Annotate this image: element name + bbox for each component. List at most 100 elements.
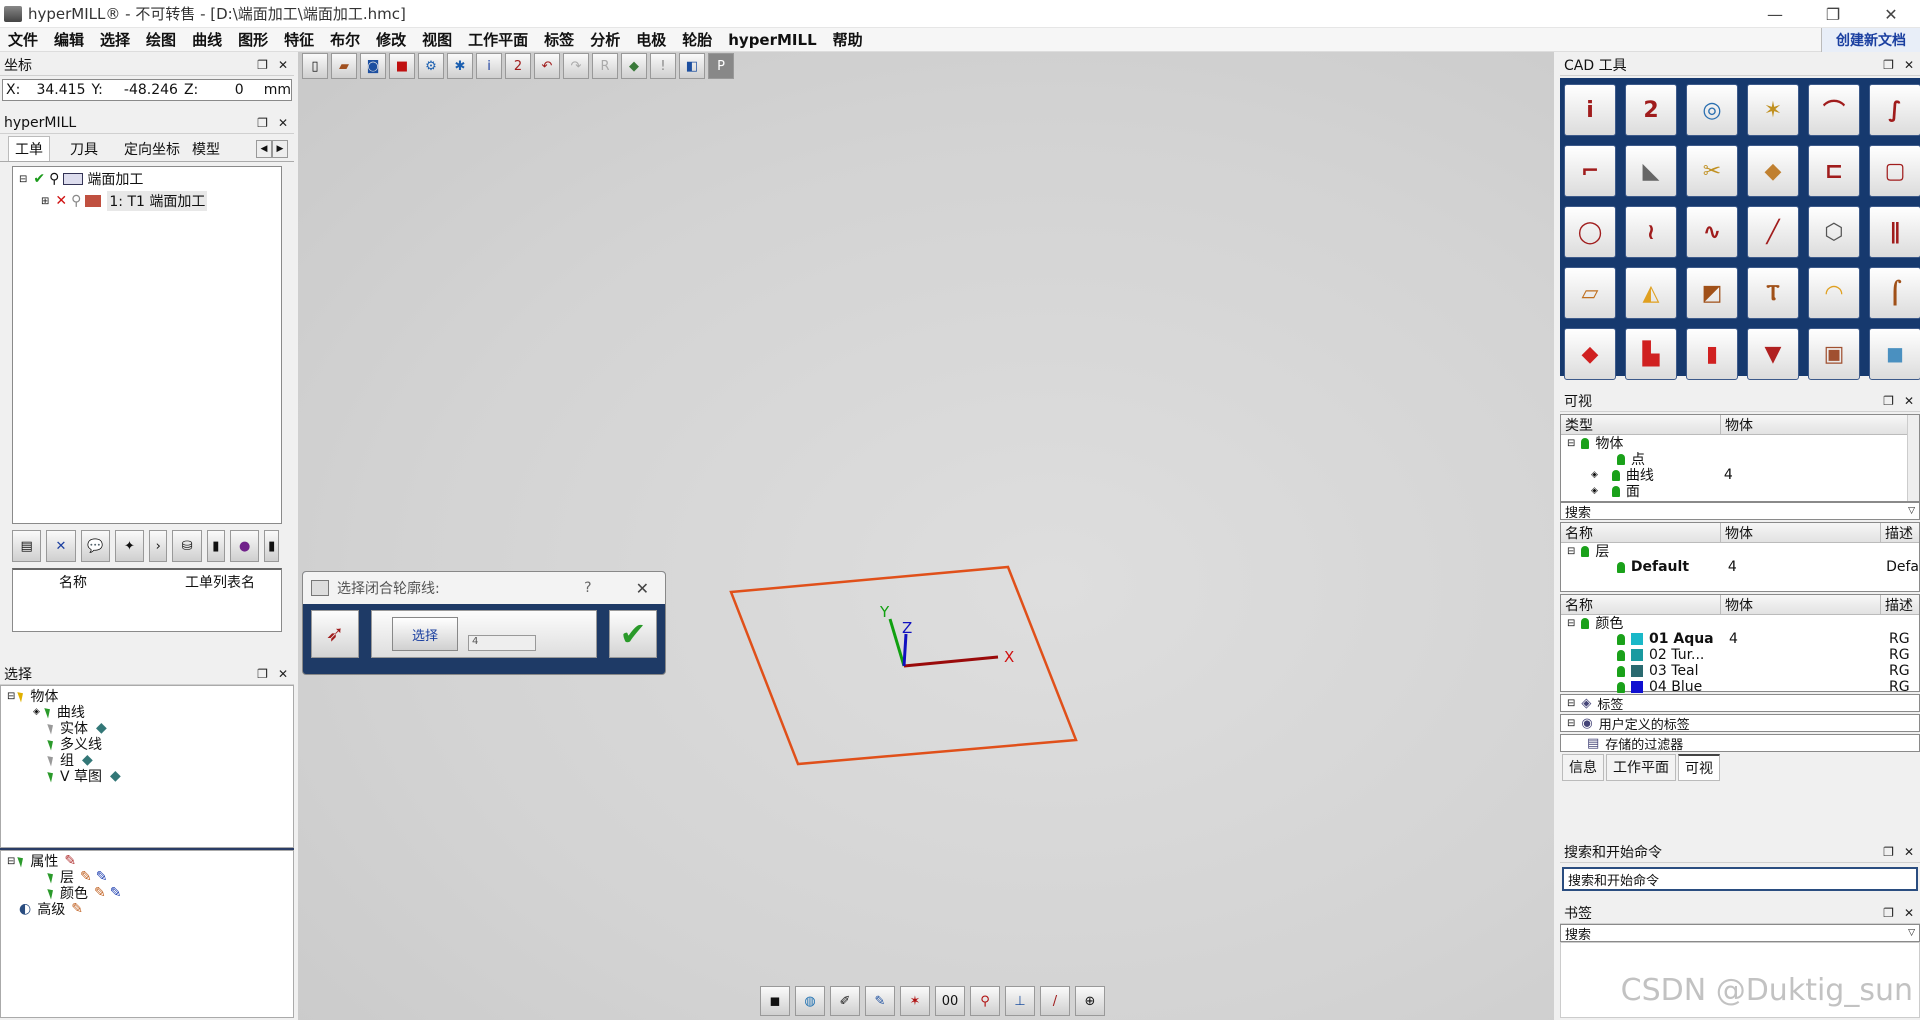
menu-tags[interactable]: 标签 (536, 29, 582, 50)
tab-scroll-left-icon[interactable]: ◀ (256, 140, 272, 158)
menu-hypermill[interactable]: hyperMILL (720, 31, 824, 49)
menu-analysis[interactable]: 分析 (582, 29, 628, 50)
close-icon[interactable]: ✕ (1904, 906, 1914, 920)
comment-icon[interactable]: 💬 (80, 530, 110, 562)
dimension-icon[interactable]: 00 (935, 986, 965, 1016)
tab-visible[interactable]: 可视 (1678, 754, 1720, 781)
maximize-button[interactable]: ❐ (1804, 0, 1862, 28)
close-icon[interactable]: ✕ (278, 667, 288, 681)
graphics-viewport[interactable]: ▯ ▰ ◙ ■ ⚙ ✱ i 2 ↶ ↷ R ◆ ! ◧ P X Y Z ◼ ◍ … (298, 52, 1554, 1020)
close-icon[interactable]: ✕ (278, 116, 288, 130)
search-command-input[interactable]: 搜索和开始命令 (1562, 867, 1918, 891)
col-object[interactable]: 物体 (1721, 523, 1881, 542)
collapse-icon[interactable]: ⊟ (1567, 618, 1575, 629)
saved-filters-row[interactable]: ▤ 存储的过滤器 (1560, 734, 1920, 753)
collapse-icon[interactable]: ⊟ (19, 174, 27, 185)
close-icon[interactable]: ✕ (1904, 394, 1914, 408)
tree-row[interactable]: 01 Aqua 4 RG (1567, 631, 1919, 647)
tree-row[interactable]: ⊟ 颜色 (1567, 615, 1919, 632)
visible-search[interactable]: 搜索 ▽ (1560, 502, 1920, 521)
calculate-icon[interactable]: ✦ (114, 530, 145, 562)
cad-surface-curve-icon[interactable]: ◣ (1625, 145, 1677, 197)
collapse-icon[interactable]: ⊟ (7, 856, 15, 867)
cad-fillet-icon[interactable]: ⌐ (1564, 145, 1616, 197)
tree-row[interactable]: 实体 ◆ (7, 720, 287, 737)
stock-icon[interactable]: ⛁ (172, 530, 202, 562)
cad-trim-icon[interactable]: ✂ (1686, 145, 1738, 197)
tree-row[interactable]: 多义线 (7, 736, 287, 753)
user-tags-row[interactable]: ⊟ ◉ 用户定义的标签 (1560, 714, 1920, 733)
tags-row[interactable]: ⊟ ◈ 标签 (1560, 694, 1920, 713)
new-document-button[interactable]: 创建新文档 (1821, 28, 1920, 52)
tree-row[interactable]: Default 4 Defa (1567, 559, 1919, 575)
tree-row[interactable]: 组 ◆ (7, 752, 287, 769)
col-name[interactable]: 名称 (1561, 523, 1721, 542)
tree-row[interactable]: 点 (1567, 451, 1919, 468)
cad-offset-surface-icon[interactable]: ◆ (1747, 145, 1799, 197)
collapse-icon[interactable]: ⊟ (7, 691, 15, 702)
collapse-icon[interactable]: ⊟ (1567, 438, 1575, 449)
cad-freeform-icon[interactable]: ◠ (1808, 267, 1860, 319)
tree-row[interactable]: 02 Tur... RG (1567, 647, 1919, 663)
globe-icon[interactable]: ◍ (795, 986, 825, 1016)
wireframe-icon[interactable]: ⊕ (1075, 986, 1105, 1016)
visible-pin-icon[interactable] (1617, 633, 1625, 645)
tree-row[interactable]: ⊟ 属性 ✎ (7, 853, 287, 870)
tree-row[interactable]: ⊟ 物体 (7, 688, 287, 705)
cad-zigzag-icon[interactable]: ≀ (1625, 206, 1677, 258)
visible-pin-icon[interactable] (1581, 617, 1590, 629)
minimize-button[interactable]: — (1746, 0, 1804, 28)
tab-workplane[interactable]: 工作平面 (1606, 754, 1676, 781)
menu-tire[interactable]: 轮胎 (674, 29, 720, 50)
menu-workplane[interactable]: 工作平面 (460, 29, 536, 50)
float-icon[interactable]: ❐ (257, 667, 268, 681)
close-button[interactable]: ✕ (1862, 0, 1920, 28)
tree-row[interactable]: ◈ 曲线 4 (1567, 467, 1919, 484)
cad-box-icon[interactable]: ◆ (1564, 328, 1616, 380)
menu-boolean[interactable]: 布尔 (322, 29, 368, 50)
col-desc[interactable]: 描述 (1881, 595, 1913, 614)
float-icon[interactable]: ❐ (1883, 58, 1894, 72)
menu-modify[interactable]: 修改 (368, 29, 414, 50)
tab-frames[interactable]: 定向坐标 (118, 137, 186, 161)
expand-icon[interactable]: ⊞ (41, 196, 49, 207)
cad-ruled-surface-icon[interactable]: ◭ (1625, 267, 1677, 319)
cad-cylinder-icon[interactable]: ▮ (1686, 328, 1738, 380)
tree-row[interactable]: 层 ✎ ✎ (7, 869, 287, 886)
arrow-icon[interactable]: › (149, 530, 168, 562)
close-icon[interactable]: ✕ (1904, 845, 1914, 859)
cad-shell-icon[interactable]: ▣ (1808, 328, 1860, 380)
cad-loft-icon[interactable]: ∥ (1869, 206, 1920, 258)
cad-point-info-icon[interactable]: ✶ (1747, 84, 1799, 136)
delete-icon[interactable]: ✕ (46, 530, 76, 562)
cad-frame-icon[interactable]: ▢ (1869, 145, 1920, 197)
select-button[interactable]: 选择 (392, 617, 458, 651)
tree-row[interactable]: ⊞ ✕ ⚲ 1: T1 端面加工 (19, 191, 275, 211)
sketch-icon[interactable]: ✐ (830, 986, 860, 1016)
float-icon[interactable]: ❐ (1883, 845, 1894, 859)
visible-pin-icon[interactable] (1617, 681, 1625, 693)
cad-cube-icon[interactable]: ⬡ (1808, 206, 1860, 258)
cad-cone-icon[interactable]: ▼ (1747, 328, 1799, 380)
tool-icon[interactable]: ⊥ (1005, 986, 1035, 1016)
menu-shape[interactable]: 图形 (230, 29, 276, 50)
cad-stock-icon[interactable]: ◼ (1869, 328, 1920, 380)
tab-model[interactable]: 模型 (186, 137, 226, 161)
info-icon[interactable]: ▮ (206, 530, 226, 562)
close-icon[interactable]: ✕ (278, 58, 288, 72)
col-object[interactable]: 物体 (1721, 595, 1881, 614)
simulate-icon[interactable]: ● (230, 530, 260, 562)
col-object[interactable]: 物体 (1721, 415, 1907, 434)
ok-check-button[interactable]: ✔ (609, 610, 657, 658)
dialog-close-button[interactable]: ✕ (636, 579, 649, 598)
close-icon[interactable]: ✕ (1904, 58, 1914, 72)
cad-sweep-icon[interactable]: ⌠ (1869, 267, 1920, 319)
shaded-icon[interactable]: ◼ (760, 986, 790, 1016)
float-icon[interactable]: ❐ (257, 116, 268, 130)
collapse-icon[interactable]: ⊟ (1567, 718, 1575, 729)
more-icon[interactable]: ▮ (264, 530, 280, 562)
pen-icon[interactable]: / (1040, 986, 1070, 1016)
tab-scroll-right-icon[interactable]: ▶ (272, 140, 288, 158)
menu-help[interactable]: 帮助 (825, 29, 871, 50)
cad-curve-icon[interactable]: ∫ (1869, 84, 1920, 136)
